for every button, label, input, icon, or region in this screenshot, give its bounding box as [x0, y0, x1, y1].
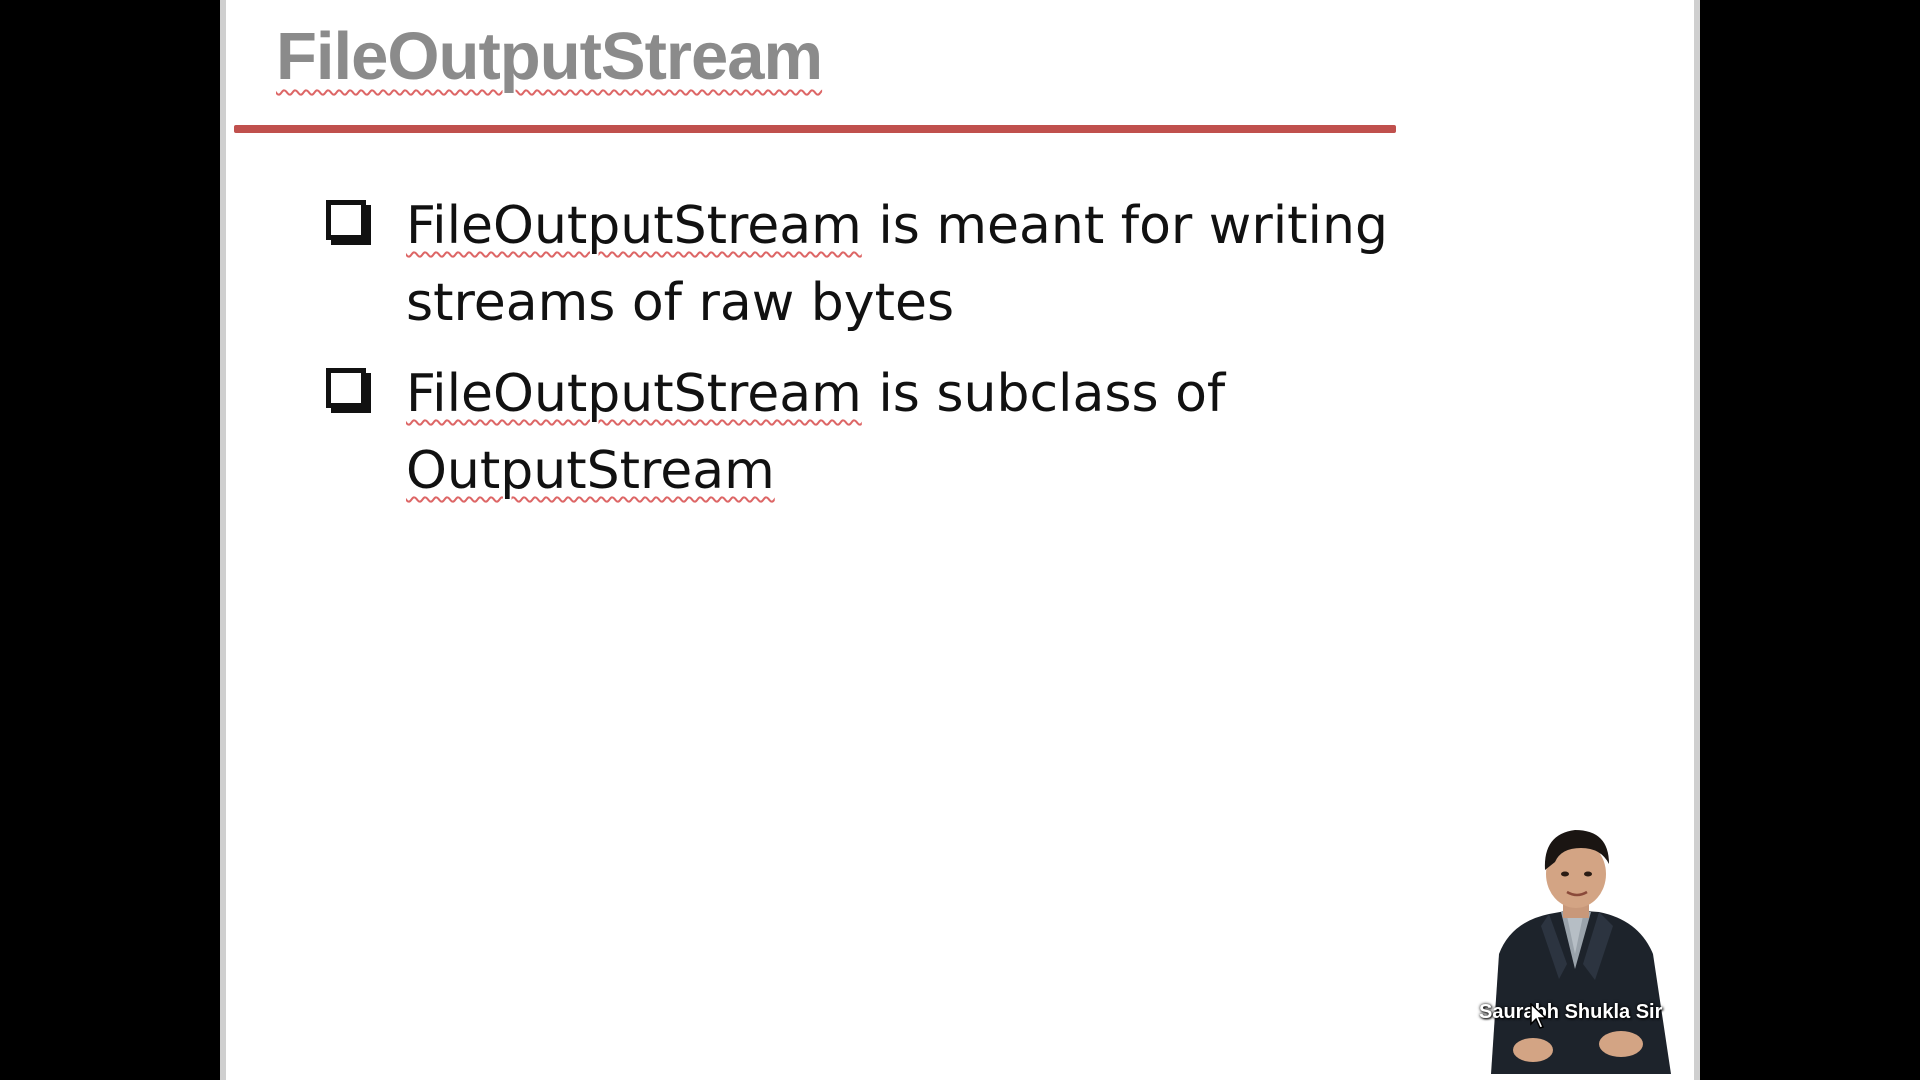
presentation-slide: FileOutputStream FileOutputStream is mea…	[220, 0, 1700, 1080]
mouse-cursor-icon	[1530, 1003, 1548, 1029]
presenter-name-caption: Saurabh Shukla Sir	[1479, 1001, 1663, 1023]
presenter-photo: Saurabh Shukla Sir	[1471, 804, 1686, 1074]
bullet-list: FileOutputStream is meant for writing st…	[326, 188, 1526, 524]
video-frame: FileOutputStream FileOutputStream is mea…	[0, 0, 1920, 1080]
bullet-term: FileOutputStream	[406, 364, 862, 424]
slide-title: FileOutputStream	[276, 19, 823, 94]
checkbox-bullet-icon	[326, 368, 366, 408]
checkbox-bullet-icon	[326, 200, 366, 240]
bullet-item: FileOutputStream is meant for writing st…	[326, 188, 1526, 342]
title-underline-rule	[234, 125, 1396, 133]
bullet-text: is subclass of	[861, 364, 1226, 424]
bullet-term: FileOutputStream	[406, 196, 862, 256]
bullet-item: FileOutputStream is subclass of OutputSt…	[326, 356, 1526, 510]
bullet-term-secondary: OutputStream	[406, 441, 775, 501]
presenter-figure	[1491, 830, 1671, 1074]
